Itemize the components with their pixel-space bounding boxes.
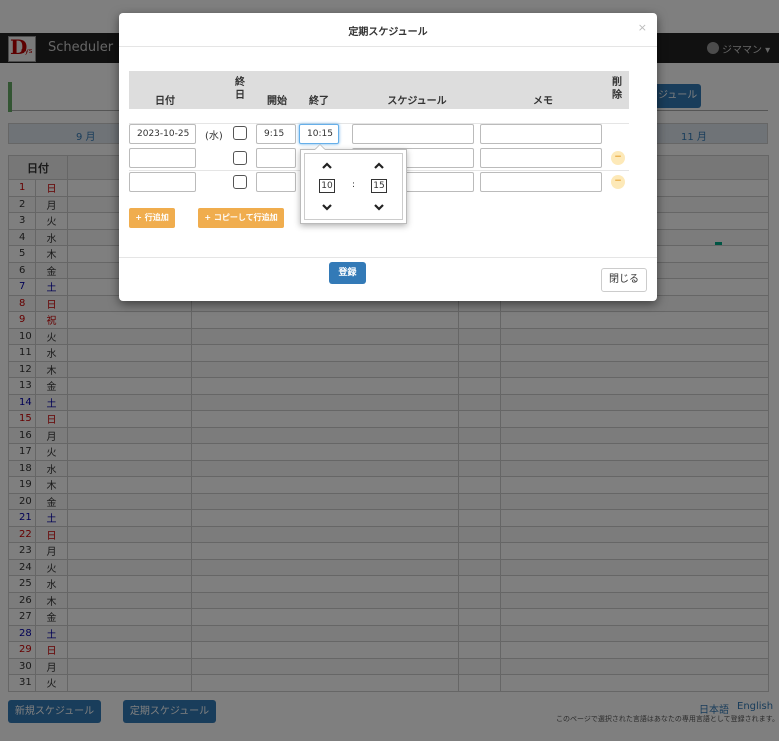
modal-footer-divider [119,257,657,258]
allday-checkbox[interactable] [233,151,247,165]
schedule-input[interactable] [352,124,474,144]
memo-input[interactable] [480,148,602,168]
date-input[interactable]: 2023-10-25 [129,124,196,144]
register-button[interactable]: 登録 [329,262,366,284]
col-allday: 終 日 [235,77,245,101]
col-delete: 削 除 [612,77,622,101]
memo-input[interactable] [480,124,602,144]
modal-title: 定期スケジュール [348,27,428,38]
col-start: 開始 [267,96,287,107]
col-schedule: スケジュール [387,96,447,107]
date-input[interactable] [129,172,196,192]
close-icon[interactable]: × [638,21,647,34]
start-time-input[interactable] [256,172,296,192]
hour-up-chevron-icon[interactable] [320,161,334,171]
time-separator: : [352,180,356,190]
picker-caret-inner [315,145,325,150]
memo-input[interactable] [480,172,602,192]
allday-checkbox[interactable] [233,175,247,189]
time-picker-body: 10 : 15 [304,153,403,220]
col-date: 日付 [155,96,175,107]
minute-up-chevron-icon[interactable] [372,161,386,171]
minute-down-chevron-icon[interactable] [372,204,386,214]
copy-add-row-button[interactable]: + コピーして行追加 [198,208,284,228]
hour-value[interactable]: 10 [319,179,335,193]
date-input[interactable] [129,148,196,168]
delete-row-button[interactable]: − [611,175,625,189]
hour-down-chevron-icon[interactable] [320,204,334,214]
start-time-input[interactable] [256,148,296,168]
end-time-input[interactable]: 10:15 [299,124,339,144]
delete-row-button[interactable]: − [611,151,625,165]
close-button[interactable]: 閉じる [601,268,647,292]
add-row-button[interactable]: + 行追加 [129,208,175,228]
modal-header-divider [119,46,657,47]
minute-value[interactable]: 15 [371,179,387,193]
col-memo: メモ [533,96,553,107]
start-time-input[interactable]: 9:15 [256,124,296,144]
allday-checkbox[interactable] [233,126,247,140]
weekday-label: (水) [205,131,223,142]
col-end: 終了 [309,96,329,107]
time-picker: 10 : 15 [300,149,407,224]
